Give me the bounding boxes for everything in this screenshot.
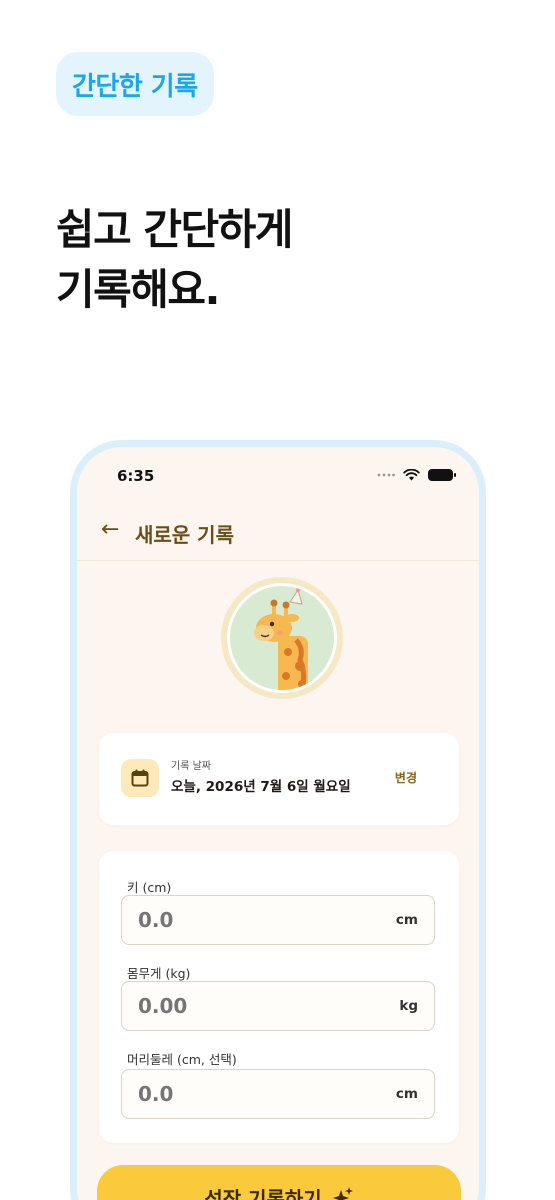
weight-field[interactable]: kg [121, 981, 435, 1031]
avatar-frame [221, 577, 343, 699]
giraffe-illustration [227, 583, 337, 693]
record-date-value: 오늘, 2026년 7월 6일 월요일 [171, 779, 351, 795]
status-time: 6:35 [117, 467, 155, 485]
head-circumference-field[interactable]: cm [121, 1069, 435, 1119]
weight-input[interactable] [138, 994, 358, 1018]
head-circumference-unit: cm [395, 1086, 418, 1102]
record-date-card: 기록 날짜 오늘, 2026년 7월 6일 월요일 변경 [99, 733, 459, 825]
phone-mockup: 6:35 ← 새로운 기록 기록 날짜 오늘, 2026년 7월 6일 월요일 … [70, 440, 486, 1200]
giraffe-icon [254, 587, 308, 690]
weight-label: 몸무게 (kg) [127, 966, 191, 981]
feature-badge: 간단한 기록 [56, 52, 214, 116]
measurement-form: 키 (cm) cm 몸무게 (kg) kg 머리둘레 (cm, 선택) cm [99, 851, 459, 1143]
feature-badge-label: 간단한 기록 [72, 71, 198, 102]
height-label: 키 (cm) [127, 880, 172, 895]
nav-title: 새로운 기록 [135, 523, 234, 547]
page-headline: 쉽고 간단하게 기록해요. [56, 200, 293, 320]
signal-dots-icon [377, 473, 395, 477]
nav-bar: ← 새로운 기록 [77, 505, 479, 561]
height-field[interactable]: cm [121, 895, 435, 945]
record-growth-button[interactable]: 성장 기록하기 [97, 1165, 461, 1200]
height-unit: cm [395, 912, 418, 928]
head-circumference-input[interactable] [138, 1082, 358, 1106]
headline-line-1: 쉽고 간단하게 [56, 205, 293, 254]
sparkle-icon [332, 1187, 353, 1200]
calendar-icon [121, 759, 159, 797]
headline-line-2: 기록해요. [56, 265, 221, 314]
head-circumference-label: 머리둘레 (cm, 선택) [127, 1052, 237, 1067]
height-input[interactable] [138, 908, 358, 932]
record-date-label: 기록 날짜 [171, 761, 211, 772]
record-growth-button-label: 성장 기록하기 [204, 1186, 322, 1200]
change-date-button[interactable]: 변경 [395, 769, 417, 786]
wifi-icon [403, 469, 420, 481]
battery-icon [428, 469, 456, 481]
status-icons [377, 469, 456, 481]
weight-unit: kg [399, 998, 418, 1014]
arrow-left-icon[interactable]: ← [101, 517, 119, 542]
status-bar: 6:35 [77, 447, 479, 503]
